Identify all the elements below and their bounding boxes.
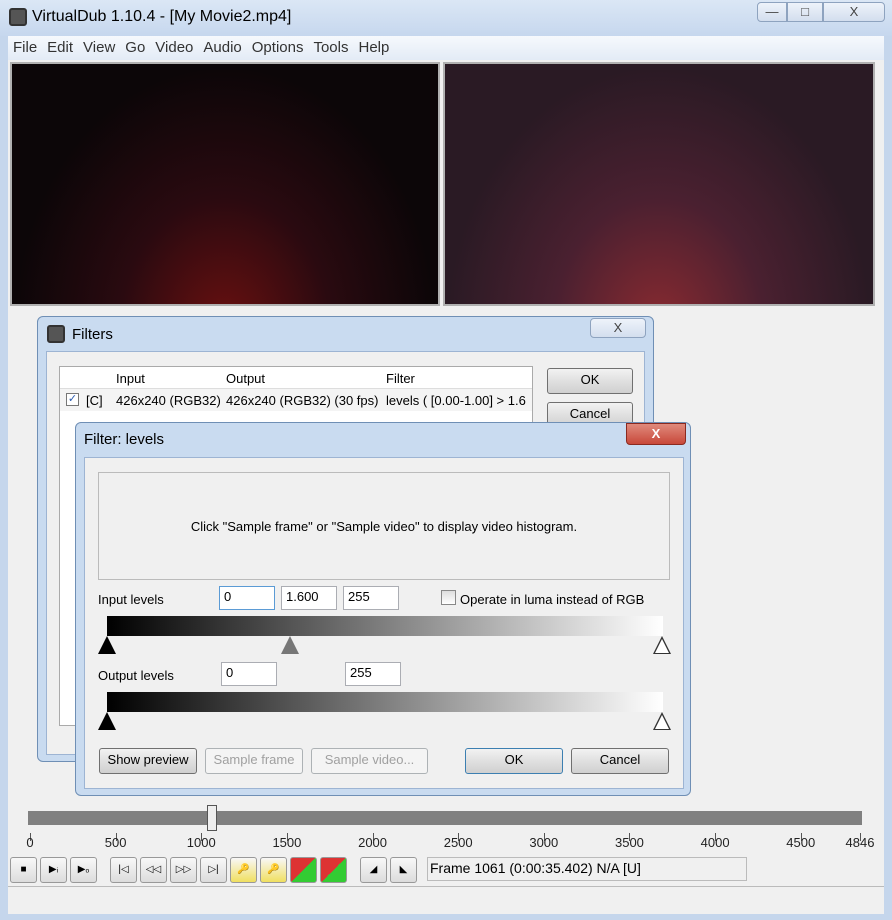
input-levels-label: Input levels <box>98 592 164 607</box>
mark-out-button[interactable]: ◣ <box>390 857 417 883</box>
column-input[interactable]: Input <box>116 371 145 386</box>
output-white-handle[interactable] <box>653 712 671 730</box>
timeline-tick-label: 1500 <box>272 835 302 850</box>
prev-keyframe-button[interactable]: 🔑 <box>230 857 257 883</box>
output-video-pane <box>443 62 875 306</box>
output-gradient <box>107 692 663 712</box>
maximize-button[interactable]: □ <box>787 2 823 22</box>
output-black-handle[interactable] <box>98 712 116 730</box>
input-low-field[interactable]: 0 <box>219 586 275 610</box>
timeline-tick-label: 3500 <box>614 835 644 850</box>
input-gamma-field[interactable]: 1.600 <box>281 586 337 610</box>
play-output-button[interactable]: ▶ₒ <box>70 857 97 883</box>
go-start-button[interactable]: |◁ <box>110 857 137 883</box>
menu-file[interactable]: File <box>8 36 42 59</box>
column-output[interactable]: Output <box>226 371 265 386</box>
filters-ok-button[interactable]: OK <box>547 368 633 394</box>
timeline-track[interactable] <box>28 811 862 825</box>
filter-name: levels ( [0.00-1.00] > 1.6 <box>386 393 526 408</box>
input-gamma-handle[interactable] <box>281 636 299 654</box>
prev-scene-button[interactable] <box>290 857 317 883</box>
timeline-tick-label: 4000 <box>700 835 730 850</box>
menu-go[interactable]: Go <box>120 36 150 59</box>
timeline-tick-label: 1000 <box>186 835 216 850</box>
mark-in-button[interactable]: ◢ <box>360 857 387 883</box>
menu-edit[interactable]: Edit <box>42 36 78 59</box>
table-row[interactable]: ✓ [C] 426x240 (RGB32) 426x240 (RGB32) (3… <box>60 389 532 411</box>
timeline-tick-label: 2000 <box>358 835 388 850</box>
levels-dialog: Filter: levels X Click "Sample frame" or… <box>75 422 691 796</box>
status-bar-divider <box>8 886 884 887</box>
levels-title: Filter: levels <box>84 431 165 448</box>
filter-output: 426x240 (RGB32) (30 fps) <box>226 393 379 408</box>
menu-help[interactable]: Help <box>354 36 395 59</box>
output-high-field[interactable]: 255 <box>345 662 401 686</box>
window-title: VirtualDub 1.10.4 - [My Movie2.mp4] <box>32 8 292 25</box>
filters-icon <box>47 325 65 343</box>
levels-close-button[interactable]: X <box>626 423 686 445</box>
go-end-button[interactable]: ▷| <box>200 857 227 883</box>
close-button[interactable]: X <box>823 2 885 22</box>
column-filter[interactable]: Filter <box>386 371 415 386</box>
input-video-pane <box>10 62 440 306</box>
timeline-tick-label: 3000 <box>529 835 559 850</box>
timeline-tick-label: 4846 <box>845 835 875 850</box>
levels-cancel-button[interactable]: Cancel <box>571 748 669 774</box>
filter-flag: [C] <box>86 393 103 408</box>
show-preview-button[interactable]: Show preview <box>99 748 197 774</box>
minimize-button[interactable]: — <box>757 2 787 22</box>
next-keyframe-button[interactable]: 🔑 <box>260 857 287 883</box>
filter-input: 426x240 (RGB32) <box>116 393 221 408</box>
timeline-tick-label: 500 <box>104 835 127 850</box>
title-bar: VirtualDub 1.10.4 - [My Movie2.mp4] — □ … <box>0 0 892 36</box>
next-frame-button[interactable]: ▷▷ <box>170 857 197 883</box>
timeline-thumb[interactable] <box>206 805 217 831</box>
output-levels-label: Output levels <box>98 668 174 683</box>
menu-bar: File Edit View Go Video Audio Options Tools Help <box>8 36 884 60</box>
timeline-tick-label: 4500 <box>786 835 816 850</box>
input-white-handle[interactable] <box>653 636 671 654</box>
histogram-message: Click "Sample frame" or "Sample video" t… <box>190 518 578 534</box>
menu-video[interactable]: Video <box>150 36 198 59</box>
list-header: Input Output Filter <box>60 367 532 389</box>
filters-close-button[interactable]: X <box>590 318 646 338</box>
output-low-field[interactable]: 0 <box>221 662 277 686</box>
filter-enabled-checkbox[interactable]: ✓ <box>66 393 79 406</box>
luma-checkbox[interactable] <box>441 590 456 605</box>
levels-ok-button[interactable]: OK <box>465 748 563 774</box>
menu-options[interactable]: Options <box>247 36 309 59</box>
input-gradient <box>107 616 663 636</box>
luma-label[interactable]: Operate in luma instead of RGB <box>460 592 644 607</box>
timeline-tick-label: 0 <box>26 835 34 850</box>
sample-video-button[interactable]: Sample video... <box>311 748 428 774</box>
input-black-handle[interactable] <box>98 636 116 654</box>
timeline-tick-label: 2500 <box>443 835 473 850</box>
frame-status: Frame 1061 (0:00:35.402) N/A [U] <box>427 857 747 881</box>
prev-frame-button[interactable]: ◁◁ <box>140 857 167 883</box>
app-icon <box>9 8 27 26</box>
menu-tools[interactable]: Tools <box>308 36 353 59</box>
menu-view[interactable]: View <box>78 36 120 59</box>
input-high-field[interactable]: 255 <box>343 586 399 610</box>
sample-frame-button[interactable]: Sample frame <box>205 748 303 774</box>
play-input-button[interactable]: ▶ᵢ <box>40 857 67 883</box>
histogram-area: Click "Sample frame" or "Sample video" t… <box>98 472 670 580</box>
next-scene-button[interactable] <box>320 857 347 883</box>
menu-audio[interactable]: Audio <box>198 36 246 59</box>
filters-title: Filters <box>72 326 113 343</box>
stop-button[interactable]: ■ <box>10 857 37 883</box>
